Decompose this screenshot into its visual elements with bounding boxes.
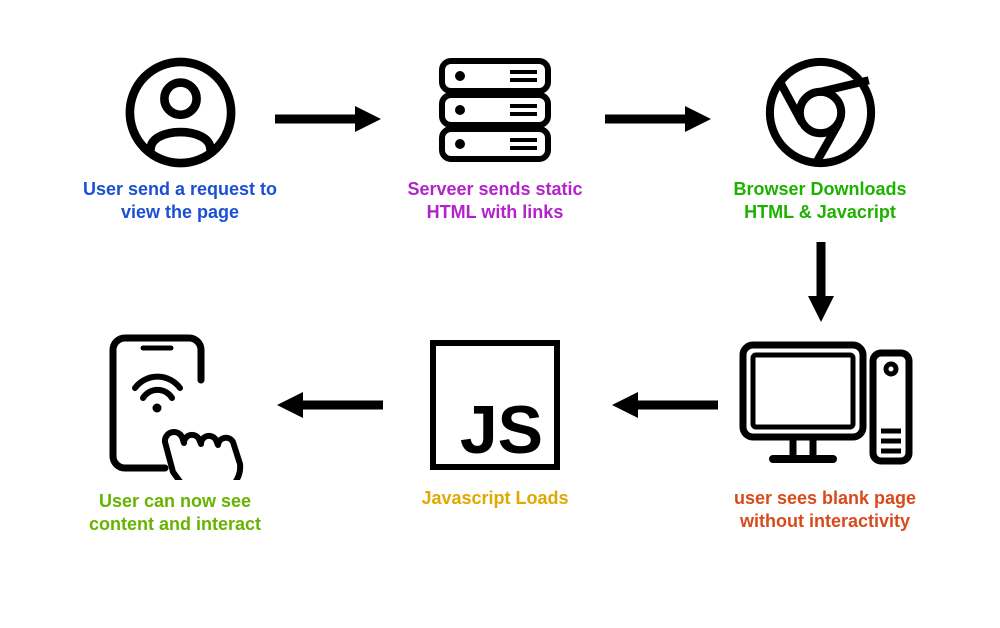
javascript-icon: JS (390, 335, 600, 475)
node-blank-page: user sees blank page without interactivi… (700, 335, 950, 532)
node-user-request: User send a request to view the page (70, 55, 290, 223)
arrow-user-to-server (273, 104, 383, 134)
browser-icon (710, 55, 930, 170)
arrow-server-to-browser (603, 104, 713, 134)
svg-text:JS: JS (460, 392, 543, 468)
arrow-desktop-to-js (610, 390, 720, 420)
user-interacts-label: User can now see content and interact (55, 490, 295, 535)
touch-icon (55, 330, 295, 480)
node-js-loads: JS Javascript Loads (390, 335, 600, 510)
server-icon (380, 55, 610, 170)
user-request-label: User send a request to view the page (70, 178, 290, 223)
server-label: Serveer sends static HTML with links (380, 178, 610, 223)
node-server: Serveer sends static HTML with links (380, 55, 610, 223)
desktop-icon (700, 335, 950, 475)
blank-page-label: user sees blank page without interactivi… (700, 487, 950, 532)
arrow-browser-to-desktop (806, 240, 836, 325)
node-user-interacts: User can now see content and interact (55, 330, 295, 535)
js-loads-label: Javascript Loads (390, 487, 600, 510)
node-browser: Browser Downloads HTML & Javacript (710, 55, 930, 223)
browser-label: Browser Downloads HTML & Javacript (710, 178, 930, 223)
user-icon (70, 55, 290, 170)
